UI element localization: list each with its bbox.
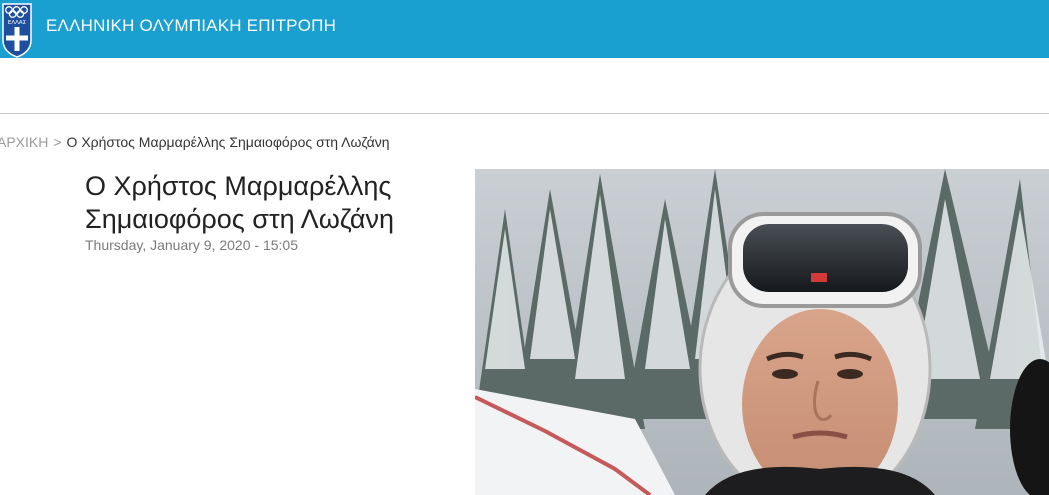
hellenic-olympic-emblem-icon[interactable]: ΕΛΛΑΣ — [0, 0, 34, 58]
skier-portrait-photo — [475, 169, 1049, 495]
article-title: Ο Χρήστος Μαρμαρέλλης Σημαιοφόρος στη Λω… — [85, 171, 394, 234]
breadcrumb: ΑΡΧΙΚΗ > Ο Χρήστος Μαρμαρέλλης Σημαιοφόρος… — [0, 134, 390, 150]
header-divider — [0, 113, 1049, 114]
breadcrumb-separator: > — [53, 134, 62, 150]
logo-caption: ΕΛΛΑΣ — [8, 20, 27, 26]
article-date: Thursday, January 9, 2020 - 15:05 — [85, 237, 298, 253]
breadcrumb-current: Ο Χρήστος Μαρμαρέλλης Σημαιοφόρος στη Λω… — [66, 134, 390, 150]
top-header-bar: ΕΛΛΑΣ ΕΛΛΗΝΙΚΗ ΟΛΥΜΠΙΑΚΗ ΕΠΙΤΡΟΠΗ — [0, 0, 1049, 58]
breadcrumb-home-link[interactable]: ΑΡΧΙΚΗ — [0, 134, 48, 150]
site-title-link[interactable]: ΕΛΛΗΝΙΚΗ ΟΛΥΜΠΙΑΚΗ ΕΠΙΤΡΟΠΗ — [46, 16, 336, 36]
article-photo — [475, 169, 1049, 495]
